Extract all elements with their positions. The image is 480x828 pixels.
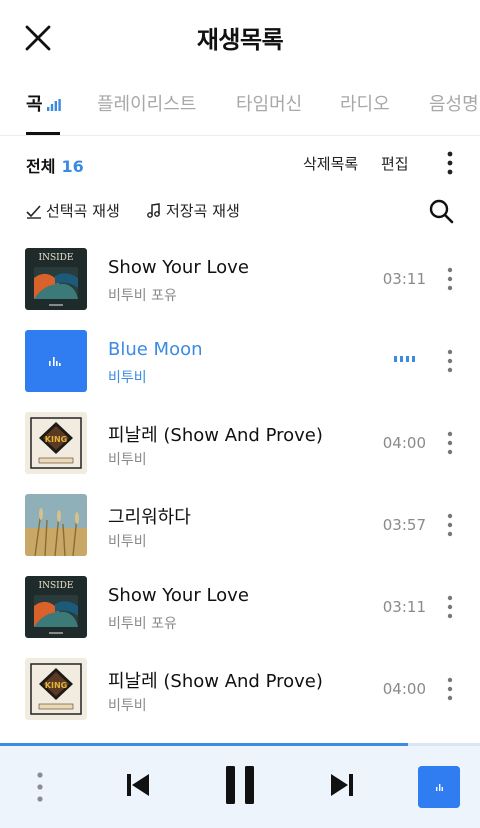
delete-list-button[interactable]: 삭제목록 [303, 153, 358, 174]
play-selected-button[interactable]: 선택곡 재생 [26, 200, 120, 221]
song-duration: 03:57 [382, 516, 426, 534]
more-vertical-icon[interactable] [442, 430, 458, 456]
previous-icon[interactable] [124, 770, 152, 800]
svg-text:INSIDE: INSIDE [39, 253, 74, 263]
tab-timemachine[interactable]: 타임머신 [236, 90, 302, 116]
song-artist: 비투비 [108, 452, 147, 468]
svg-text:KING: KING [45, 681, 67, 690]
now-playing-thumbnail[interactable] [418, 766, 460, 808]
active-tab-indicator [26, 132, 60, 135]
song-duration: 04:00 [382, 434, 426, 452]
equalizer-icon [46, 99, 61, 111]
album-art: KING [25, 412, 87, 474]
total-count: 16 [61, 157, 84, 176]
more-vertical-icon[interactable] [442, 266, 458, 292]
more-vertical-icon[interactable] [442, 594, 458, 620]
song-duration: 04:00 [382, 680, 426, 698]
mini-player [0, 746, 480, 828]
play-selected-label: 선택곡 재생 [46, 202, 120, 220]
tab-voice[interactable]: 음성명 [429, 90, 479, 116]
play-saved-label: 저장곡 재생 [166, 202, 240, 220]
search-icon[interactable] [428, 198, 454, 224]
more-vertical-icon[interactable] [442, 348, 458, 374]
song-title: Show Your Love [108, 257, 249, 278]
page-title: 재생목록 [196, 26, 284, 54]
song-artist: 비투비 [108, 698, 147, 714]
more-vertical-icon[interactable] [442, 512, 458, 538]
song-count: 전체 16 [26, 153, 84, 177]
tab-bar: 곡 플레이리스트 타임머신 라디오 음성명 [0, 78, 480, 136]
tab-radio[interactable]: 라디오 [340, 90, 390, 116]
tab-playlists[interactable]: 플레이리스트 [97, 90, 196, 116]
tab-songs[interactable]: 곡 [26, 90, 61, 116]
song-row[interactable]: 그리워하다비투비 03:57 [0, 484, 480, 566]
album-art: KING [25, 658, 87, 720]
song-row[interactable]: INSIDE Show Your Love 비투비 포유 03:11 [0, 566, 480, 648]
song-row[interactable]: Blue Moon 비투비 [0, 320, 480, 402]
song-row[interactable]: INSIDE Show Your Love 비투비 포유 03:11 [0, 238, 480, 320]
song-duration: 03:11 [382, 598, 426, 616]
album-art [25, 494, 87, 556]
song-title: 그리워하다 [108, 507, 191, 528]
song-artist: 비투비 [108, 534, 147, 550]
song-row[interactable]: KING 피날레 (Show And Prove) 비투비 04:00 [0, 648, 480, 730]
tab-label: 곡 [26, 94, 43, 115]
check-icon [26, 205, 41, 219]
pause-icon[interactable] [222, 764, 258, 806]
play-saved-button[interactable]: 저장곡 재생 [146, 200, 240, 221]
album-art [25, 330, 87, 392]
more-vertical-icon[interactable] [440, 150, 460, 176]
album-art: INSIDE [25, 576, 87, 638]
next-icon[interactable] [328, 770, 356, 800]
song-row[interactable]: KING 피날레 (Show And Prove) 비투비 04:00 [0, 402, 480, 484]
song-title: 피날레 (Show And Prove) [108, 425, 323, 446]
song-title: Blue Moon [108, 339, 203, 360]
more-vertical-icon[interactable] [442, 676, 458, 702]
more-vertical-icon[interactable] [32, 770, 48, 804]
song-artist: 비투비 포유 [108, 288, 177, 304]
equalizer-icon [394, 356, 415, 362]
svg-text:KING: KING [45, 435, 67, 444]
album-art: INSIDE [25, 248, 87, 310]
song-duration: 03:11 [382, 270, 426, 288]
svg-text:INSIDE: INSIDE [39, 581, 74, 591]
total-label: 전체 [26, 157, 56, 176]
edit-button[interactable]: 편집 [381, 153, 409, 174]
header: 재생목록 [0, 0, 480, 72]
song-artist: 비투비 포유 [108, 616, 177, 632]
playlist-screen: 재생목록 곡 플레이리스트 타임머신 라디오 음성명 전체 16 삭제목록 편집 … [0, 0, 480, 828]
music-note-icon [147, 203, 160, 218]
song-artist: 비투비 [108, 370, 147, 386]
song-title: 피날레 (Show And Prove) [108, 671, 323, 692]
song-title: Show Your Love [108, 585, 249, 606]
